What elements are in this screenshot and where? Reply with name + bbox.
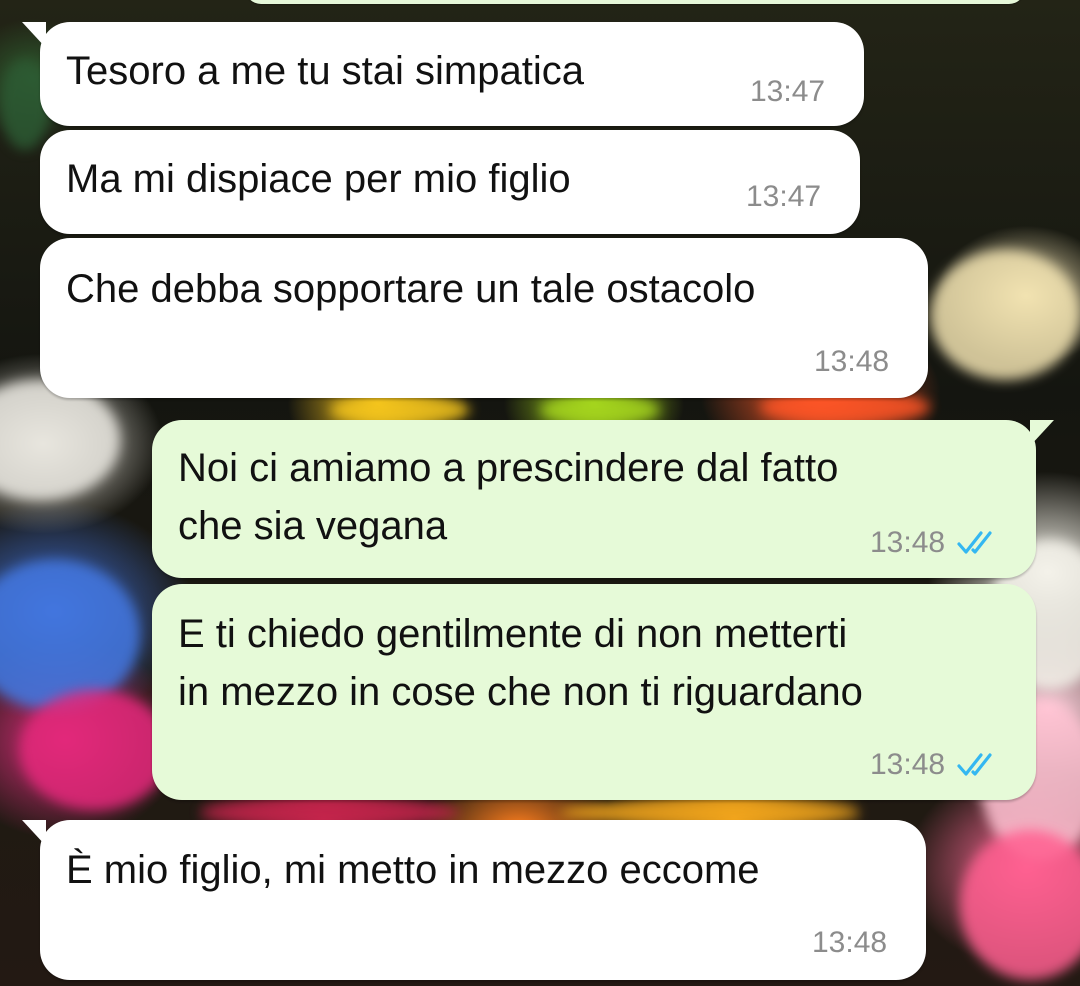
message-timestamp: 13:48 — [814, 345, 890, 378]
message-line: Noi ci amiamo a prescindere dal fatto — [178, 446, 839, 490]
previous-message-edge — [245, 0, 1025, 4]
double-check-icon — [957, 531, 992, 554]
incoming-message[interactable]: Tesoro a me tu stai simpatica 13:47 — [22, 22, 864, 126]
message-text: Ma mi dispiace per mio figlio — [66, 157, 571, 201]
incoming-message[interactable]: Che debba sopportare un tale ostacolo 13… — [40, 238, 928, 398]
message-timestamp: 13:48 — [870, 748, 946, 781]
outgoing-message[interactable]: E ti chiedo gentilmente di non metterti … — [152, 584, 1036, 800]
message-text: È mio figlio, mi metto in mezzo eccome — [66, 848, 760, 892]
message-text: Che debba sopportare un tale ostacolo — [66, 267, 756, 311]
incoming-message[interactable]: Ma mi dispiace per mio figlio 13:47 — [40, 130, 860, 234]
bubble-tail — [22, 22, 46, 48]
message-timestamp: 13:47 — [750, 75, 826, 108]
outgoing-message[interactable]: Noi ci amiamo a prescindere dal fatto ch… — [152, 420, 1054, 578]
message-line: E ti chiedo gentilmente di non metterti — [178, 612, 848, 656]
double-check-icon — [957, 753, 992, 776]
message-line: in mezzo in cose che non ti riguardano — [178, 670, 863, 714]
message-timestamp: 13:48 — [870, 526, 946, 559]
message-line: che sia vegana — [178, 504, 448, 548]
message-timestamp: 13:47 — [746, 180, 822, 213]
bubble-tail — [1030, 420, 1054, 446]
incoming-message[interactable]: È mio figlio, mi metto in mezzo eccome 1… — [22, 820, 926, 980]
message-text: Tesoro a me tu stai simpatica — [66, 49, 584, 93]
bubble-tail — [22, 820, 46, 846]
message-timestamp: 13:48 — [812, 926, 888, 959]
message-text: E ti chiedo gentilmente di non metterti … — [178, 605, 863, 721]
message-text: Noi ci amiamo a prescindere dal fatto ch… — [178, 439, 838, 555]
